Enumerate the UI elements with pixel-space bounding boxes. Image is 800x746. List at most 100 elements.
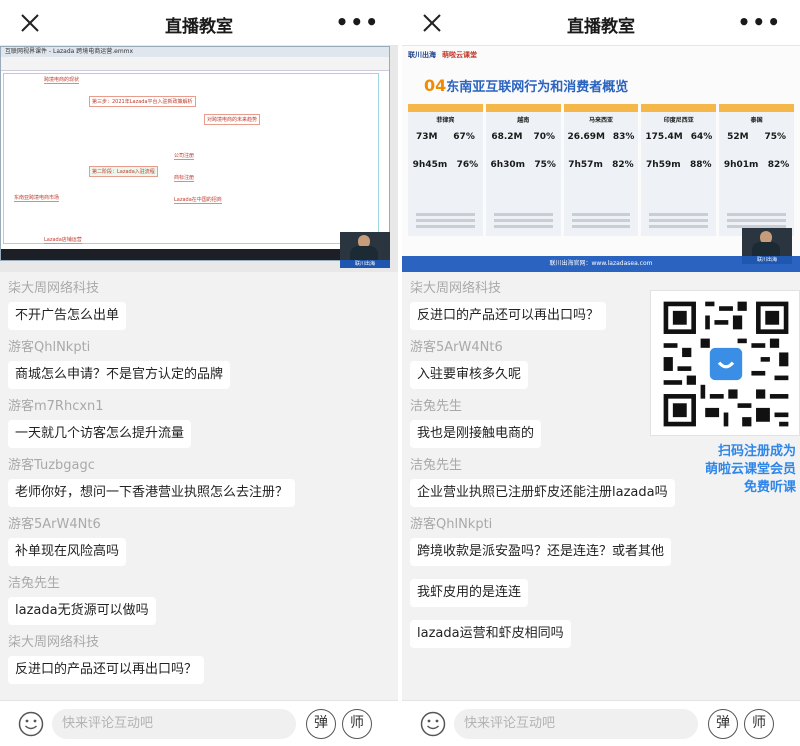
mindmap-node: 公司注册: [174, 153, 195, 160]
chat-bubble: 商城怎么申请？不是官方认定的品牌: [8, 361, 231, 389]
stat-value: 68.2M: [491, 132, 523, 142]
toolbar: [1, 57, 389, 71]
promo-line: 扫码注册成为: [717, 444, 796, 459]
live-video[interactable]: 联川出海 萌啦云课堂 04东南亚互联网行为和消费者概览 菲律宾 73M 67% 9…: [402, 46, 800, 272]
qr-code-card[interactable]: [650, 290, 800, 436]
window-title: 互联网视界课件 - Lazada 跨境电商运营.emmx: [1, 47, 389, 57]
qr-promo-text: 扫码注册成为 萌啦云课堂会员 免费听课: [646, 443, 796, 497]
presenter-logo: 联川出海: [340, 260, 390, 268]
stat-value: 9h45m: [412, 160, 448, 170]
qr-code-icon: [659, 297, 793, 431]
stat-value: 6h30m: [490, 160, 526, 170]
chat-bubble: lazada无货源可以做吗: [8, 597, 156, 625]
chat-bubble: 我虾皮用的是连连: [410, 579, 529, 607]
right-live-panel: 直播教室 ••• 联川出海 萌啦云课堂 04东南亚互联网行为和消费者概览 菲律宾…: [402, 0, 800, 746]
chat-message: 游客QhlNkpti 商城怎么申请？不是官方认定的品牌: [8, 339, 398, 389]
chat-username: 洁兔先生: [8, 576, 61, 591]
chat-bubble: 反进口的产品还可以再出口吗？: [8, 656, 205, 684]
mindmap-node: 第二阶段：Lazada入驻流程: [89, 166, 158, 177]
chat-message: 游客QhlNkpti 跨境收款是派安盈吗？还是连连？或者其他: [410, 516, 800, 566]
mindmap-node: 第三步：2021年Lazada平台入驻新政策解析: [89, 96, 196, 107]
chat-bubble: 企业营业执照已注册虾皮还能注册lazada吗: [410, 479, 675, 507]
slide-number: 04: [424, 76, 447, 95]
chat-message: 游客Tuzbgagc 老师你好，想问一下香港营业执照怎么去注册？: [8, 457, 398, 507]
chat-message: 洁兔先生 lazada无货源可以做吗: [8, 575, 398, 625]
chat-username: 游客Tuzbgagc: [8, 458, 95, 473]
emoji-icon[interactable]: [18, 711, 44, 737]
slide-footer: 联川出海官网：www.lazadasea.com: [402, 256, 800, 272]
chat-bubble: 一天就几个访客怎么提升流量: [8, 420, 192, 448]
country-name: 印度尼西亚: [663, 117, 694, 124]
chat-bubble: 老师你好，想问一下香港营业执照怎么去注册？: [8, 479, 296, 507]
presenter-logo: 联川出海: [742, 256, 792, 264]
country-name: 泰国: [750, 117, 763, 124]
chat-message: 柒大周网络科技 不开广告怎么出单: [8, 280, 398, 330]
stat-value: 175.4M: [645, 132, 683, 142]
mindmap-node: 商标注册: [174, 175, 195, 182]
stat-value: 7h57m: [568, 160, 603, 170]
title-bar: 直播教室 •••: [402, 0, 800, 46]
stat-value: 67%: [453, 132, 475, 142]
slide-title: 东南亚互联网行为和消费者概览: [446, 80, 629, 95]
title-bar: 直播教室 •••: [0, 0, 398, 46]
chat-message: 游客m7Rhcxn1 一天就几个访客怎么提升流量: [8, 398, 398, 448]
comment-input[interactable]: 快来评论互动吧: [52, 709, 296, 739]
slide-headline: 04东南亚互联网行为和消费者概览: [424, 76, 628, 95]
chat-bubble: lazada运营和虾皮相同吗: [410, 620, 571, 648]
chat-bubble: 入驻要审核多久呢: [410, 361, 529, 389]
stat-value: 82%: [612, 160, 634, 170]
stat-value: 75%: [764, 132, 787, 142]
stat-value: 26.69M: [567, 132, 605, 142]
chat-bubble: 不开广告怎么出单: [8, 302, 127, 330]
stat-value: 88%: [689, 160, 712, 170]
left-live-panel: 直播教室 ••• 互联网视界课件 - Lazada 跨境电商运营.emmx 跨境…: [0, 0, 398, 746]
chat-list: 柒大周网络科技 不开广告怎么出单 游客QhlNkpti 商城怎么申请？不是官方认…: [0, 280, 398, 693]
live-video[interactable]: 互联网视界课件 - Lazada 跨境电商运营.emmx 跨境电商的现状 第三步…: [0, 46, 398, 272]
country-column: 泰国 52M 75% 9h01m 82%: [719, 104, 794, 236]
chat-username: 游客QhlNkpti: [410, 517, 493, 532]
danmu-toggle-button[interactable]: 弹: [306, 709, 336, 739]
mindmap-node: Lazada在中国的招商: [174, 197, 222, 204]
emoji-icon[interactable]: [420, 711, 446, 737]
chat-message: 柒大周网络科技 反进口的产品还可以再出口吗？: [8, 634, 398, 684]
country-column: 印度尼西亚 175.4M 64% 7h59m 88%: [641, 104, 717, 236]
presenter-camera: 联川出海: [340, 232, 390, 268]
presentation-slide: 联川出海 萌啦云课堂 04东南亚互联网行为和消费者概览 菲律宾 73M 67% 9…: [402, 46, 800, 272]
more-icon[interactable]: •••: [336, 10, 380, 34]
promo-line: 萌啦云课堂会员: [704, 462, 796, 477]
stat-value: 83%: [612, 132, 635, 142]
chat-username: 游客5ArW4Nt6: [8, 517, 101, 532]
stat-value: 64%: [690, 132, 713, 142]
teacher-only-button[interactable]: 师: [342, 709, 372, 739]
country-column: 马来西亚 26.69M 83% 7h57m 82%: [563, 104, 639, 236]
chat-message: lazada运营和虾皮相同吗: [410, 616, 800, 648]
country-name: 越南: [517, 117, 530, 124]
chat-username: 游客QhlNkpti: [8, 340, 91, 355]
chat-username: 游客m7Rhcxn1: [8, 399, 104, 414]
chat-message: 游客5ArW4Nt6 补单现在风险高吗: [8, 516, 398, 566]
stat-value: 73M: [415, 132, 438, 142]
comment-input[interactable]: 快来评论互动吧: [454, 709, 698, 739]
more-icon[interactable]: •••: [738, 10, 782, 34]
slide-logos: 联川出海 萌啦云课堂: [408, 50, 477, 64]
mindmap-node: Lazada店铺运营: [44, 237, 82, 244]
chat-bubble: 补单现在风险高吗: [8, 538, 127, 566]
mindmap-canvas: 跨境电商的现状 第三步：2021年Lazada平台入驻新政策解析 对跨境电商的未…: [3, 73, 379, 244]
mindmap-node: 跨境电商的现状: [44, 77, 80, 84]
danmu-toggle-button[interactable]: 弹: [708, 709, 738, 739]
teacher-only-button[interactable]: 师: [744, 709, 774, 739]
mindmap-node: 东南亚跨境电商市场: [14, 195, 60, 202]
country-column: 越南 68.2M 70% 6h30m 75%: [485, 104, 561, 236]
chat-username: 柒大周网络科技: [8, 281, 100, 296]
chat-bubble: 跨境收款是派安盈吗？还是连连？或者其他: [410, 538, 672, 566]
chat-bubble: 我也是刚接触电商的: [410, 420, 542, 448]
country-name: 马来西亚: [588, 117, 613, 124]
promo-line: 免费听课: [743, 480, 796, 495]
chat-bubble: 反进口的产品还可以再出口吗？: [410, 302, 607, 330]
stat-value: 7h59m: [646, 160, 681, 170]
stat-value: 52M: [727, 132, 749, 142]
taskbar: [1, 249, 389, 260]
chat-username: 柒大周网络科技: [8, 635, 100, 650]
stat-value: 82%: [767, 160, 790, 170]
stat-value: 76%: [456, 160, 479, 170]
